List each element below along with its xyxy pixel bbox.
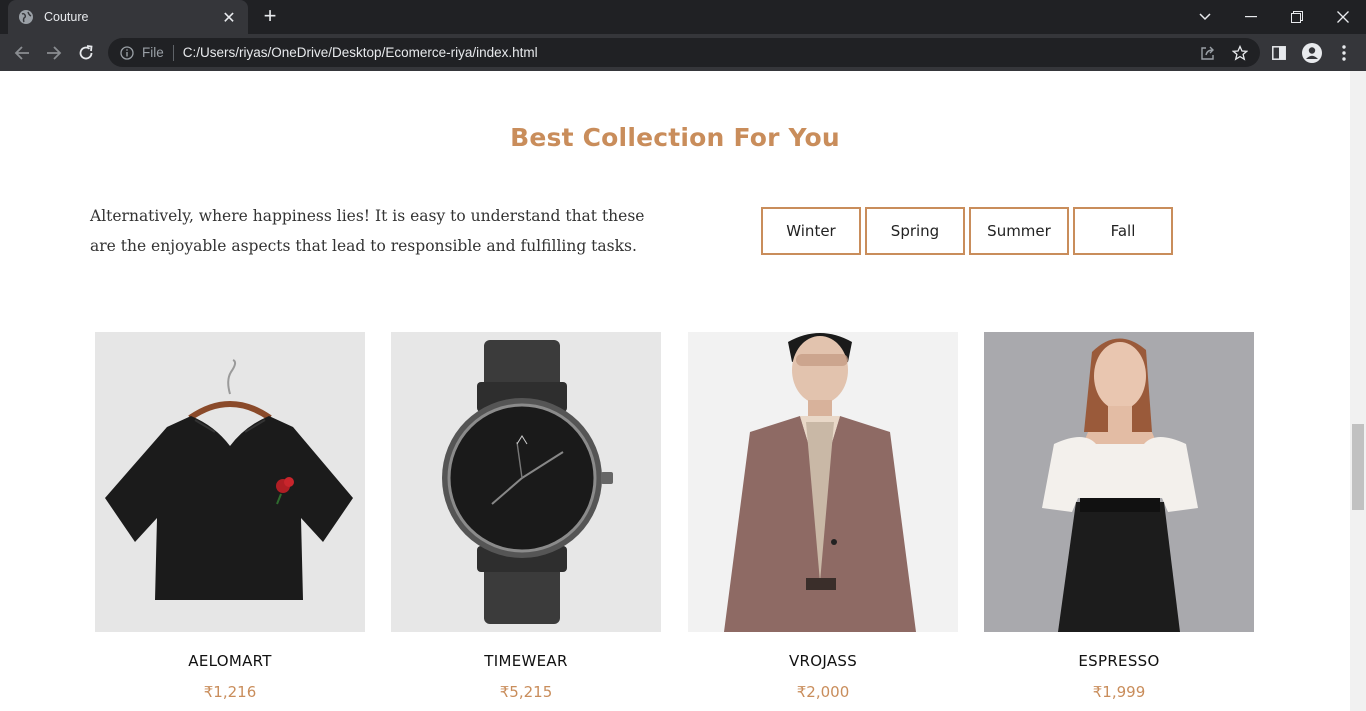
side-panel-icon[interactable] — [1266, 40, 1292, 66]
browser-toolbar: File C:/Users/riyas/OneDrive/Desktop/Eco… — [0, 34, 1366, 71]
season-button-summer[interactable]: Summer — [969, 207, 1069, 255]
season-button-winter[interactable]: Winter — [761, 207, 861, 255]
page-viewport: Best Collection For You Alternatively, w… — [0, 71, 1350, 711]
section-intro: Alternatively, where happiness lies! It … — [90, 207, 645, 255]
tab-search-icon[interactable] — [1182, 0, 1228, 34]
product-image-watch[interactable] — [391, 332, 661, 632]
info-icon[interactable] — [120, 45, 134, 60]
product-image-white-top[interactable] — [984, 332, 1254, 632]
browser-tab[interactable]: Couture ✕ — [8, 0, 248, 34]
close-tab-icon[interactable]: ✕ — [220, 8, 238, 27]
product-name[interactable]: VROJASS — [688, 652, 958, 670]
product-price: ₹2,000 — [796, 683, 850, 701]
scrollbar-thumb[interactable] — [1352, 424, 1364, 510]
reload-icon[interactable] — [73, 40, 99, 66]
product-card[interactable]: VROJASS ₹2,000 — [688, 332, 958, 701]
product-card[interactable]: TIMEWEAR ₹5,215 — [391, 332, 661, 701]
section-title: Best Collection For You — [510, 123, 840, 152]
product-name[interactable]: ESPRESSO — [984, 652, 1254, 670]
vertical-scrollbar[interactable] — [1350, 71, 1366, 711]
product-price: ₹1,216 — [203, 683, 257, 701]
profile-avatar-icon[interactable] — [1299, 40, 1325, 66]
file-scheme-label: File — [142, 45, 164, 60]
back-arrow-icon[interactable] — [9, 40, 35, 66]
season-button-fall[interactable]: Fall — [1073, 207, 1173, 255]
product-card[interactable]: AELOMART ₹1,216 — [95, 332, 365, 701]
product-price: ₹5,215 — [499, 683, 553, 701]
season-button-spring[interactable]: Spring — [865, 207, 965, 255]
address-bar[interactable]: File C:/Users/riyas/OneDrive/Desktop/Eco… — [108, 38, 1260, 67]
close-window-icon[interactable] — [1320, 0, 1366, 34]
tab-strip: Couture ✕ + — [0, 0, 1366, 34]
menu-kebab-icon[interactable] — [1331, 40, 1357, 66]
product-card[interactable]: ESPRESSO ₹1,999 — [984, 332, 1254, 701]
new-tab-button[interactable]: + — [258, 5, 282, 29]
bookmark-star-icon[interactable] — [1230, 45, 1250, 61]
url-text[interactable]: C:/Users/riyas/OneDrive/Desktop/Ecomerce… — [183, 45, 538, 60]
share-icon[interactable] — [1198, 45, 1218, 61]
minimize-icon[interactable] — [1228, 0, 1274, 34]
restore-icon[interactable] — [1274, 0, 1320, 34]
product-name[interactable]: TIMEWEAR — [391, 652, 661, 670]
season-filter: Winter Spring Summer Fall — [761, 207, 1173, 255]
product-price: ₹1,999 — [1092, 683, 1146, 701]
product-image-tshirt[interactable] — [95, 332, 365, 632]
tab-title: Couture — [44, 10, 89, 24]
forward-arrow-icon[interactable] — [41, 40, 67, 66]
product-name[interactable]: AELOMART — [95, 652, 365, 670]
product-image-suit[interactable] — [688, 332, 958, 632]
omnibox-divider — [172, 44, 174, 61]
globe-icon — [19, 10, 33, 24]
